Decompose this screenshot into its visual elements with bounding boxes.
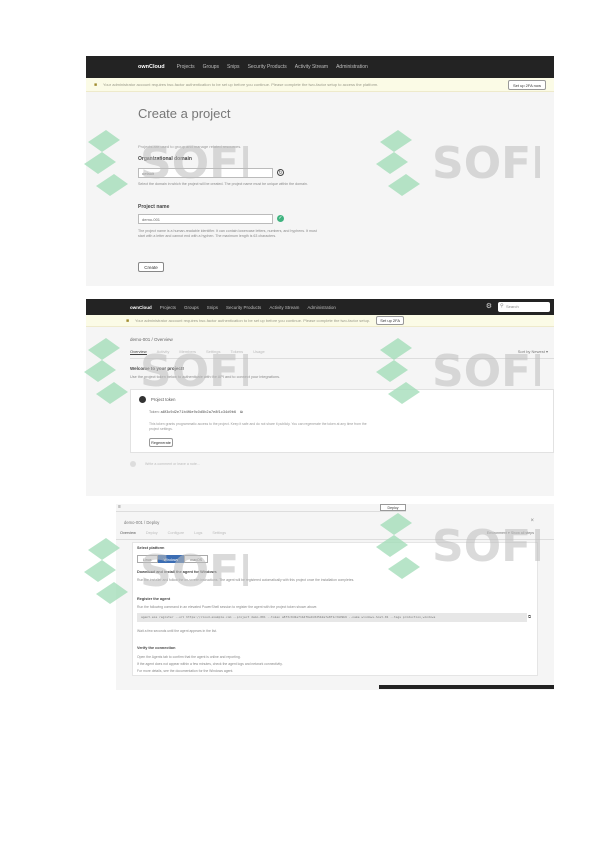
token-row: Token: a8f3c9d2e71b4f6e9c0d5b2a7e8f1c34d…: [149, 410, 243, 414]
project-name-label: Project name: [138, 204, 170, 210]
breadcrumb[interactable]: demo-001 / Deploy: [124, 520, 159, 525]
tab-bar: Overview Deploy Configure Logs Settings: [120, 531, 226, 535]
project-overview-screenshot: ownCloud Projects Groups Snips Security …: [86, 299, 554, 496]
tab-settings[interactable]: Settings: [206, 349, 220, 355]
check-icon: ✓: [277, 215, 284, 222]
sort-dropdown[interactable]: Sort by Newest ▾: [518, 349, 548, 354]
deploy-screenshot: ≡ Deploy demo-001 / Deploy × Overview De…: [116, 504, 554, 690]
tab-usage[interactable]: Usage: [253, 349, 265, 355]
regenerate-button[interactable]: Regenerate: [149, 438, 173, 447]
brand-logo[interactable]: ownCloud: [138, 64, 165, 70]
step-2-title: Register the agent: [137, 597, 171, 601]
warning-icon: ■: [94, 81, 98, 88]
nav-item-admin[interactable]: Administration: [307, 305, 336, 310]
comment-placeholder: Write a comment or leave a note...: [145, 461, 200, 466]
close-icon[interactable]: ×: [530, 518, 534, 524]
step-1-title: Download and install the agent for Windo…: [137, 570, 217, 574]
nav-item-admin[interactable]: Administration: [336, 64, 368, 70]
project-name-help: The project name is a human-readable ide…: [138, 229, 317, 238]
nav-item-snips[interactable]: Snips: [207, 305, 218, 310]
tab-tokens[interactable]: Tokens: [230, 349, 243, 355]
platform-macos[interactable]: macOS: [184, 555, 209, 563]
step-2-text: Run the following command in an elevated…: [137, 605, 318, 609]
step-3-text-2: If the agent does not appear within a fe…: [137, 662, 283, 666]
search-input[interactable]: ⚲ Search: [498, 302, 550, 312]
deploy-instructions: Select platform Linux Windows macOS Down…: [132, 542, 538, 676]
nav-item-activity[interactable]: Activity Stream: [269, 305, 299, 310]
token-label: Token:: [149, 410, 160, 414]
token-card: Project token Token: a8f3c9d2e71b4f6e9c0…: [130, 389, 554, 453]
search-icon: ⚲: [500, 303, 504, 309]
nav-item-snips[interactable]: Snips: [227, 64, 240, 70]
domain-input[interactable]: default: [138, 168, 273, 178]
nav-item-projects[interactable]: Projects: [177, 64, 195, 70]
top-strip: ≡ Deploy: [116, 504, 406, 512]
menu-icon[interactable]: ≡: [118, 504, 121, 510]
copy-icon[interactable]: ⧉: [240, 410, 243, 414]
tab-configure[interactable]: Configure: [168, 531, 184, 535]
tab-deploy[interactable]: Deploy: [146, 531, 158, 535]
comment-avatar: [130, 461, 136, 467]
platform-linux[interactable]: Linux: [137, 555, 158, 563]
welcome-title: Welcome to your project!: [130, 366, 184, 371]
brand-logo[interactable]: ownCloud: [130, 305, 152, 310]
tab-bar: Overview Activity Members Settings Token…: [130, 349, 265, 355]
nav-item-groups[interactable]: Groups: [203, 64, 219, 70]
bottom-bar: [379, 685, 554, 689]
page-title: Create a project: [138, 106, 231, 121]
create-button[interactable]: Create: [138, 262, 164, 272]
welcome-subtitle: Use the project token below to authentic…: [130, 375, 281, 379]
step-3-title: Verify the connection: [137, 646, 176, 650]
platform-windows[interactable]: Windows: [157, 555, 185, 563]
tab-overview[interactable]: Overview: [130, 349, 147, 355]
step-2-note: Wait a few seconds until the agent appea…: [137, 629, 217, 633]
tab-overview[interactable]: Overview: [120, 531, 136, 535]
setup-2fa-button[interactable]: Set up 2FA: [376, 316, 405, 325]
search-placeholder: Search: [506, 304, 519, 309]
nav-item-security[interactable]: Security Products: [248, 64, 287, 70]
project-name-input[interactable]: demo-001: [138, 214, 273, 224]
domain-label: Organizational domain: [138, 156, 192, 162]
warning-icon: ■: [126, 317, 130, 324]
copy-icon[interactable]: ⧉: [528, 614, 531, 619]
page-subtitle: Projects are used to group and manage re…: [138, 144, 242, 149]
comment-box[interactable]: Write a comment or leave a note...: [130, 461, 200, 467]
card-description: This token grants programmatic access to…: [149, 422, 367, 431]
tab-settings[interactable]: Settings: [212, 531, 226, 535]
warning-banner: ■ Your administrator account requires tw…: [86, 315, 554, 327]
tab-members[interactable]: Members: [179, 349, 196, 355]
breadcrumb[interactable]: demo-001 / Overview: [130, 337, 173, 342]
refresh-icon[interactable]: ↻: [277, 169, 284, 176]
top-navbar: ownCloud Projects Groups Snips Security …: [86, 299, 554, 315]
banner-text: Your administrator account requires two-…: [103, 82, 379, 87]
step-1-text: Run the installer and follow the on-scre…: [137, 578, 355, 582]
gear-icon[interactable]: ⚙: [486, 302, 492, 310]
banner-text: Your administrator account requires two-…: [135, 318, 371, 323]
avatar: [139, 396, 146, 403]
tab-activity[interactable]: Activity: [157, 349, 170, 355]
warning-banner: ■ Your administrator account requires tw…: [86, 78, 554, 92]
create-project-screenshot: ownCloud Projects Groups Snips Security …: [86, 56, 554, 286]
top-navbar: ownCloud Projects Groups Snips Security …: [86, 56, 554, 78]
divider: [130, 358, 554, 359]
deploy-button[interactable]: Deploy: [380, 504, 406, 511]
platform-selector: Linux Windows macOS: [137, 555, 209, 563]
nav-item-activity[interactable]: Activity Stream: [295, 64, 328, 70]
nav-item-security[interactable]: Security Products: [226, 305, 261, 310]
tab-logs[interactable]: Logs: [194, 531, 202, 535]
card-title: Project token: [151, 397, 176, 402]
domain-help: Select the domain in which the project w…: [138, 182, 308, 186]
register-command[interactable]: agent.exe register --url https://cloud.e…: [137, 613, 527, 622]
step-3-text: Open the Agents tab to confirm that the …: [137, 655, 241, 659]
setup-2fa-button[interactable]: Set up 2FA now: [508, 79, 546, 90]
environment-dropdown[interactable]: Environment ▾ Show all steps: [487, 531, 534, 535]
divider: [116, 539, 554, 540]
nav-item-projects[interactable]: Projects: [160, 305, 176, 310]
nav-item-groups[interactable]: Groups: [184, 305, 199, 310]
step-3-text-3: For more details, see the documentation …: [137, 669, 234, 673]
token-value[interactable]: a8f3c9d2e71b4f6e9c0d5b2a7e8f1c34d9b6: [161, 410, 237, 414]
section-title: Select platform: [137, 546, 165, 550]
